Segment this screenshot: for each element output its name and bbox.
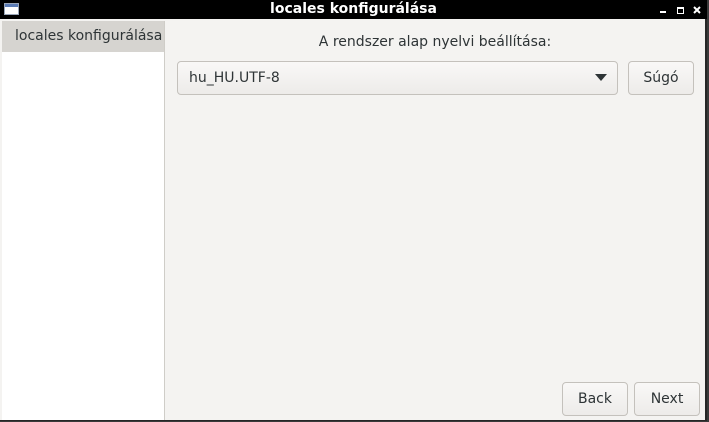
- locale-select[interactable]: hu_HU.UTF-8: [177, 61, 618, 95]
- locale-select-value: hu_HU.UTF-8: [189, 70, 280, 86]
- close-icon[interactable]: [690, 2, 704, 16]
- chevron-down-icon: [595, 74, 607, 81]
- window-title: locales konfigurálása: [270, 1, 437, 17]
- installer-window: locales konfigurálása locales konfigurál…: [0, 0, 707, 421]
- locale-prompt: A rendszer alap nyelvi beállítása:: [318, 34, 552, 50]
- sidebar-item-locales[interactable]: locales konfigurálása: [2, 21, 164, 52]
- next-button[interactable]: Next: [634, 382, 700, 416]
- sidebar-item-label: locales konfigurálása: [15, 28, 163, 44]
- sidebar: locales konfigurálása: [2, 21, 165, 420]
- minimize-icon[interactable]: [656, 2, 670, 16]
- main-panel: A rendszer alap nyelvi beállítása: hu_HU…: [165, 21, 705, 420]
- title-bar[interactable]: locales konfigurálása: [0, 0, 707, 19]
- back-button[interactable]: Back: [562, 382, 628, 416]
- help-button[interactable]: Súgó: [628, 61, 694, 95]
- maximize-icon[interactable]: [673, 2, 687, 16]
